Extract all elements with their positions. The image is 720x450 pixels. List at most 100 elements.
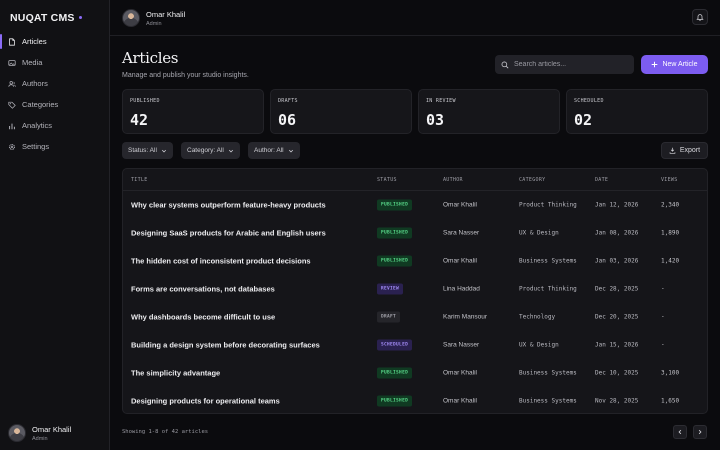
stat-value: 03: [426, 111, 445, 129]
stat-card-published: PUBLISHED 42: [122, 89, 264, 134]
row-views: -: [661, 341, 665, 349]
search-input[interactable]: [514, 61, 624, 68]
chevron-down-icon: [288, 149, 293, 152]
table-body: Why clear systems outperform feature-hea…: [123, 191, 707, 413]
user-role: Admin: [146, 20, 162, 27]
row-date: Dec 28, 2025: [595, 285, 639, 293]
brand-logo[interactable]: NUQAT CMS: [10, 12, 82, 24]
table-row[interactable]: Designing products for operational teams…: [123, 387, 707, 413]
search-icon: [501, 61, 509, 68]
page-subtitle: Manage and publish your studio insights.: [122, 72, 249, 79]
stat-card-scheduled: SCHEDULED 02: [566, 89, 708, 134]
status-badge: PUBLISHED: [377, 395, 413, 407]
stat-label: DRAFTS: [278, 98, 298, 104]
status-badge: PUBLISHED: [377, 227, 413, 239]
stat-label: IN REVIEW: [426, 98, 456, 104]
status-badge: PUBLISHED: [377, 199, 413, 211]
status-badge: REVIEW: [377, 283, 404, 295]
sidebar-item-categories[interactable]: Categories: [0, 94, 110, 115]
gear-icon: [9, 143, 15, 150]
stat-card-in-review: IN REVIEW 03: [418, 89, 560, 134]
search-box[interactable]: [495, 55, 634, 74]
table-row[interactable]: Designing SaaS products for Arabic and E…: [123, 219, 707, 247]
sidebar-item-settings[interactable]: Settings: [0, 136, 110, 157]
stat-card-drafts: DRAFTS 06: [270, 89, 412, 134]
row-author: Omar Khalil: [443, 397, 477, 405]
header-date[interactable]: DATE: [595, 177, 608, 183]
header-category[interactable]: CATEGORY: [519, 177, 545, 183]
row-author: Karim Mansour: [443, 313, 488, 321]
stat-value: 02: [574, 111, 593, 129]
author-filter[interactable]: Author: All: [248, 142, 300, 159]
users-icon: [8, 80, 16, 87]
sidebar-item-authors[interactable]: Authors: [0, 73, 110, 94]
prev-page-button[interactable]: [673, 425, 687, 439]
header-views[interactable]: VIEWS: [661, 177, 678, 183]
chevron-down-icon: [228, 149, 233, 152]
row-views: 3,100: [661, 369, 680, 377]
status-badge: SCHEDULED: [377, 339, 413, 351]
row-views: 1,420: [661, 257, 680, 265]
sidebar-item-label: Authors: [22, 79, 48, 88]
table-row[interactable]: The simplicity advantage PUBLISHED Omar Kh…: [123, 359, 707, 387]
chevron-down-icon: [161, 149, 166, 152]
row-author: Sara Nasser: [443, 341, 480, 349]
filter-label: Author: All: [254, 147, 284, 154]
row-author: Omar Khalil: [443, 369, 477, 377]
avatar: [122, 9, 140, 27]
download-icon: [669, 147, 676, 154]
row-views: 2,340: [661, 201, 680, 209]
category-filter[interactable]: Category: All: [181, 142, 240, 159]
sidebar-item-label: Media: [22, 58, 43, 67]
header-title[interactable]: TITLE: [131, 177, 148, 183]
notifications-button[interactable]: [692, 9, 708, 25]
header-author[interactable]: AUTHOR: [443, 177, 463, 183]
user-name: Omar Khalil: [32, 424, 72, 434]
row-title: Forms are conversations, not databases: [131, 284, 275, 294]
row-category: Product Thinking: [519, 285, 577, 293]
row-title: Designing products for operational teams: [131, 396, 280, 406]
status-filter[interactable]: Status: All: [122, 142, 173, 159]
status-badge: PUBLISHED: [377, 255, 413, 267]
sidebar-item-media[interactable]: Media: [0, 52, 110, 73]
filter-label: Category: All: [187, 147, 224, 154]
export-button[interactable]: Export: [661, 142, 708, 159]
sidebar-user[interactable]: Omar Khalil Admin: [8, 424, 71, 442]
row-date: Dec 20, 2025: [595, 313, 639, 321]
table-row[interactable]: The hidden cost of inconsistent product …: [123, 247, 707, 275]
row-category: Business Systems: [519, 257, 577, 265]
row-category: UX & Design: [519, 229, 559, 237]
row-title: Why dashboards become difficult to use: [131, 312, 276, 322]
table-header: TITLE STATUS AUTHOR CATEGORY DATE VIEWS: [123, 169, 707, 191]
status-badge: PUBLISHED: [377, 367, 413, 379]
table-row[interactable]: Building a design system before decorati…: [123, 331, 707, 359]
sidebar-item-label: Categories: [22, 100, 59, 109]
sidebar-item-label: Settings: [22, 142, 50, 151]
sidebar-item-articles[interactable]: Articles: [0, 31, 110, 52]
sidebar-item-label: Articles: [22, 37, 47, 46]
header-status[interactable]: STATUS: [377, 177, 397, 183]
image-icon: [8, 59, 16, 66]
sidebar-item-analytics[interactable]: Analytics: [0, 115, 110, 136]
stat-value: 06: [278, 111, 297, 129]
row-category: Product Thinking: [519, 201, 577, 209]
row-title: Designing SaaS products for Arabic and E…: [131, 228, 326, 238]
table-row[interactable]: Why clear systems outperform feature-hea…: [123, 191, 707, 219]
row-date: Nov 28, 2025: [595, 397, 639, 405]
avatar: [8, 424, 26, 442]
table-row[interactable]: Why dashboards become difficult to use DR…: [123, 303, 707, 331]
topbar: Omar Khalil Admin: [110, 0, 720, 36]
new-article-button[interactable]: New Article: [641, 55, 708, 74]
row-views: -: [661, 285, 665, 293]
brand-name: NUQAT CMS: [10, 12, 75, 24]
row-title: Why clear systems outperform feature-hea…: [131, 200, 326, 210]
row-views: 1,890: [661, 229, 680, 237]
row-date: Jan 03, 2026: [595, 257, 639, 265]
topbar-user[interactable]: Omar Khalil Admin: [122, 9, 185, 27]
row-category: UX & Design: [519, 341, 559, 349]
next-page-button[interactable]: [693, 425, 707, 439]
stat-value: 42: [130, 111, 149, 129]
row-category: Business Systems: [519, 369, 577, 377]
table-row[interactable]: Forms are conversations, not databases RE…: [123, 275, 707, 303]
row-author: Omar Khalil: [443, 201, 477, 209]
